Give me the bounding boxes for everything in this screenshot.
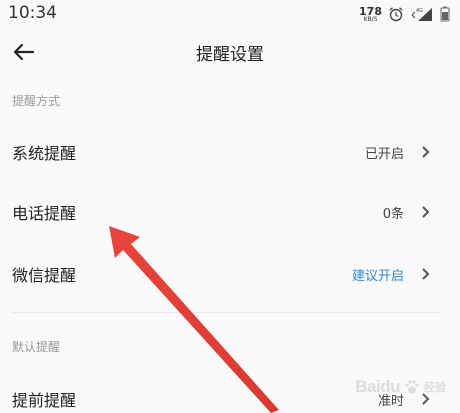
- top-bar: 提醒设置: [0, 28, 460, 76]
- watermark-text: 经验: [424, 381, 446, 394]
- signal-4g-icon: 4G: [411, 8, 432, 21]
- battery-icon: [440, 6, 450, 22]
- row-label: 微信提醒: [12, 266, 77, 285]
- section-header-reminder-methods: 提醒方式: [12, 94, 61, 108]
- row-phone-reminder[interactable]: 电话提醒 0条: [0, 183, 460, 241]
- row-value: 已开启: [364, 147, 404, 162]
- alarm-icon: [389, 7, 403, 22]
- section-header-default-reminder: 默认提醒: [12, 340, 61, 354]
- paw-icon: [405, 380, 419, 394]
- watermark-logo: Baidu: [355, 377, 400, 396]
- row-wechat-reminder[interactable]: 微信提醒 建议开启: [0, 245, 460, 303]
- section-divider: [12, 312, 440, 313]
- status-icons: 178 KB/S 4G: [359, 3, 450, 25]
- status-bar: 10:34 178 KB/S 4G: [0, 0, 460, 28]
- row-label: 提前提醒: [12, 391, 77, 410]
- row-value-recommend: 建议开启: [351, 269, 404, 284]
- chevron-right-icon: [422, 146, 430, 158]
- net-speed-unit: KB/S: [363, 15, 378, 23]
- page-title: 提醒设置: [196, 45, 264, 65]
- net-speed-indicator: 178 KB/S: [359, 6, 382, 23]
- row-label: 电话提醒: [12, 204, 77, 223]
- chevron-right-icon: [422, 268, 430, 280]
- status-time: 10:34: [8, 3, 57, 23]
- baidu-jingyan-watermark: Baidu 经验: [355, 377, 446, 397]
- net-speed-value: 178: [359, 4, 382, 18]
- svg-text:4G: 4G: [416, 8, 423, 14]
- row-value: 0条: [382, 207, 404, 222]
- row-system-reminder[interactable]: 系统提醒 已开启: [0, 123, 460, 181]
- row-label: 系统提醒: [12, 144, 77, 163]
- chevron-right-icon: [422, 206, 430, 218]
